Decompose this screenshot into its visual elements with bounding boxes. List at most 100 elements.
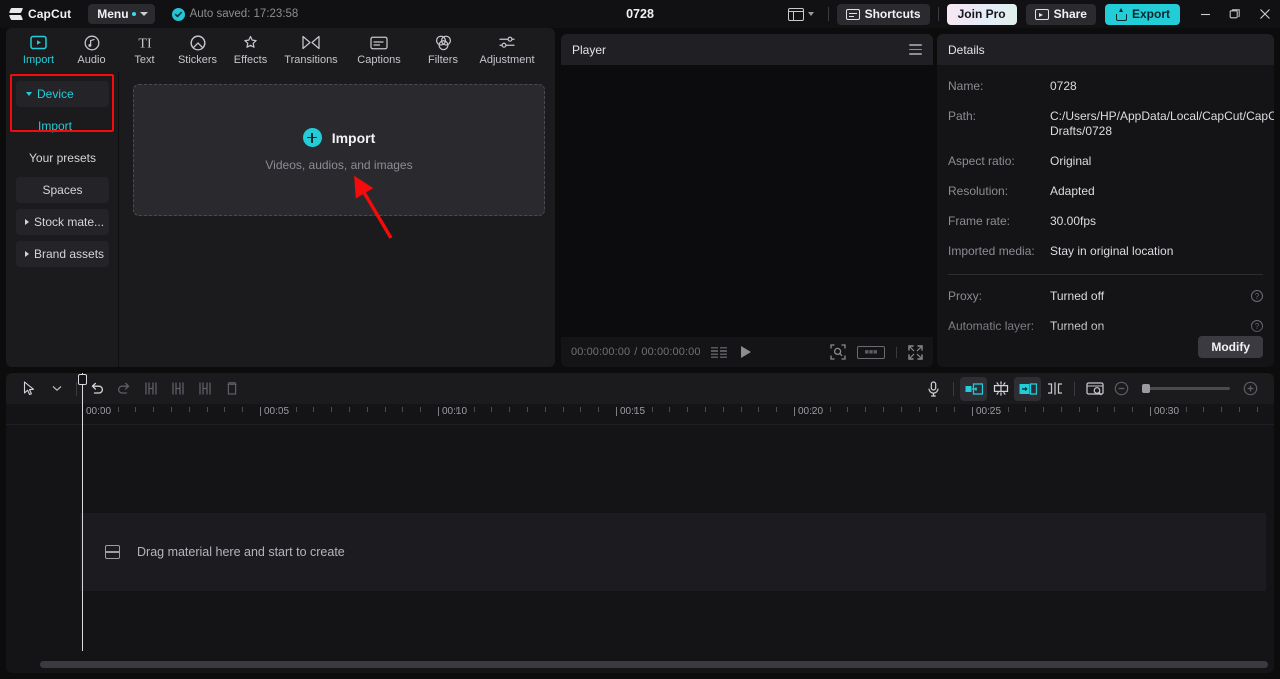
align-center-icon[interactable]	[987, 377, 1014, 401]
delete-icon[interactable]	[218, 377, 245, 401]
share-icon	[1035, 9, 1049, 20]
tab-filters-label: Filters	[428, 54, 458, 66]
export-button[interactable]: Export	[1105, 4, 1180, 25]
tab-effects[interactable]: Effects	[224, 29, 277, 71]
timeline-dropzone[interactable]: Drag material here and start to create	[80, 513, 1266, 591]
join-pro-button[interactable]: Join Pro	[947, 4, 1017, 25]
sidebar-item-brand-assets[interactable]: Brand assets	[16, 241, 109, 267]
aspect-ratio-icon[interactable]: ■■■	[857, 346, 885, 359]
layout-switch-button[interactable]	[782, 8, 820, 21]
tab-filters[interactable]: Filters	[413, 29, 473, 71]
time-separator: /	[634, 346, 637, 358]
crop-marker-icon[interactable]	[1041, 377, 1068, 401]
details-value: C:/Users/HP/AppData/Local/CapCut/CapCut …	[1050, 109, 1274, 139]
sidebar-item-spaces[interactable]: Spaces	[16, 177, 109, 203]
sidebar-item-import[interactable]: Import	[16, 113, 109, 139]
share-button[interactable]: Share	[1026, 4, 1096, 25]
autosave-text: Auto saved: 17:23:58	[190, 8, 299, 20]
ruler-tick-minor	[563, 407, 564, 412]
chevron-right-icon	[25, 219, 29, 225]
minimize-button[interactable]	[1190, 0, 1220, 28]
fullscreen-icon[interactable]	[908, 345, 923, 360]
zoom-slider[interactable]	[1142, 387, 1230, 390]
help-icon[interactable]: ?	[1251, 290, 1263, 302]
timeline-playhead[interactable]	[82, 373, 83, 651]
shortcuts-button[interactable]: Shortcuts	[837, 4, 930, 25]
tab-text-label: Text	[134, 54, 154, 66]
modify-button[interactable]: Modify	[1198, 336, 1263, 358]
zoom-out-icon[interactable]	[1108, 377, 1135, 401]
split-icon[interactable]	[137, 377, 164, 401]
import-dropzone[interactable]: Import Videos, audios, and images	[133, 84, 545, 216]
hamburger-icon[interactable]	[909, 44, 922, 55]
zoom-in-icon[interactable]	[1237, 377, 1264, 401]
title-bar-actions: Shortcuts Join Pro Share Export	[782, 0, 1280, 28]
menu-button-label: Menu	[97, 7, 128, 21]
tab-transitions[interactable]: Transitions	[277, 29, 345, 71]
ruler-tick-minor	[1186, 407, 1187, 412]
zoom-slider-handle[interactable]	[1142, 384, 1150, 393]
crop-zoom-icon[interactable]	[830, 344, 846, 360]
ruler-tick-minor	[385, 407, 386, 412]
select-arrow-icon[interactable]	[16, 377, 43, 401]
ruler-tick-minor	[420, 407, 421, 412]
ruler-tick-minor	[1114, 407, 1115, 412]
divider	[938, 7, 939, 21]
player-canvas[interactable]	[561, 65, 933, 337]
tab-captions-label: Captions	[357, 54, 400, 66]
timeline-horizontal-scrollbar[interactable]	[40, 661, 1268, 668]
timeline-toolbar-right	[920, 377, 1264, 401]
import-icon	[30, 34, 47, 51]
capcut-window: CapCut Menu Auto saved: 17:23:58 0728 Sh…	[0, 0, 1280, 679]
undo-icon[interactable]	[83, 377, 110, 401]
tab-captions[interactable]: Captions	[345, 29, 413, 71]
ruler-label: 00:00	[86, 406, 111, 417]
sidebar-item-brand-assets-label: Brand assets	[34, 247, 104, 261]
mirror-right-icon[interactable]	[1014, 377, 1041, 401]
tab-text[interactable]: TI Text	[118, 29, 171, 71]
ruler-tick-minor	[349, 407, 350, 412]
details-label: Resolution:	[948, 184, 1050, 198]
divider	[828, 7, 829, 21]
sidebar-item-stock-materials-label: Stock mate...	[34, 215, 104, 229]
ruler-label: 00:30	[1154, 406, 1179, 417]
menu-button[interactable]: Menu	[88, 4, 154, 24]
ruler-tick-minor	[1008, 407, 1009, 412]
play-icon[interactable]	[741, 346, 751, 358]
keyframe-thumb-icon[interactable]	[1081, 377, 1108, 401]
sidebar-item-your-presets-label: Your presets	[29, 151, 96, 165]
tab-audio[interactable]: Audio	[65, 29, 118, 71]
microphone-icon[interactable]	[920, 377, 947, 401]
ruler-tick-minor	[207, 407, 208, 412]
chevron-down-icon	[808, 12, 814, 16]
ruler-tick-minor	[1257, 407, 1258, 412]
redo-icon[interactable]	[110, 377, 137, 401]
details-row-proxy: Proxy: Turned off ?	[948, 289, 1263, 304]
ruler-tick-minor	[1061, 407, 1062, 412]
ruler-tick-major	[972, 407, 973, 416]
details-value: Original	[1050, 154, 1263, 169]
ruler-tick-minor	[634, 407, 635, 412]
timeline-toolbar	[6, 373, 1274, 404]
tab-adjustment[interactable]: Adjustment	[473, 29, 541, 71]
playhead-handle[interactable]	[78, 374, 87, 385]
mirror-left-icon[interactable]	[960, 377, 987, 401]
sidebar-item-stock-materials[interactable]: Stock mate...	[16, 209, 109, 235]
tab-stickers[interactable]: Stickers	[171, 29, 224, 71]
sidebar-item-your-presets[interactable]: Your presets	[16, 145, 109, 171]
details-panel: Details Name: 0728 Path: C:/Users/HP/App…	[937, 34, 1274, 367]
ruler-tick-minor	[776, 407, 777, 412]
ruler-tick-minor	[1203, 407, 1204, 412]
share-label: Share	[1054, 7, 1087, 21]
maximize-button[interactable]	[1220, 0, 1250, 28]
timeline-ruler[interactable]: 00:0000:0500:1000:1500:2000:2500:30	[6, 404, 1274, 425]
trim-right-icon[interactable]	[191, 377, 218, 401]
audio-note-icon	[84, 34, 100, 51]
chevron-down-icon[interactable]	[43, 377, 70, 401]
ruler-tick-minor	[598, 407, 599, 412]
sidebar-item-device[interactable]: Device	[16, 81, 109, 107]
close-button[interactable]	[1250, 0, 1280, 28]
tab-import[interactable]: Import	[12, 29, 65, 71]
trim-left-icon[interactable]	[164, 377, 191, 401]
frame-step-icon[interactable]	[711, 347, 728, 358]
